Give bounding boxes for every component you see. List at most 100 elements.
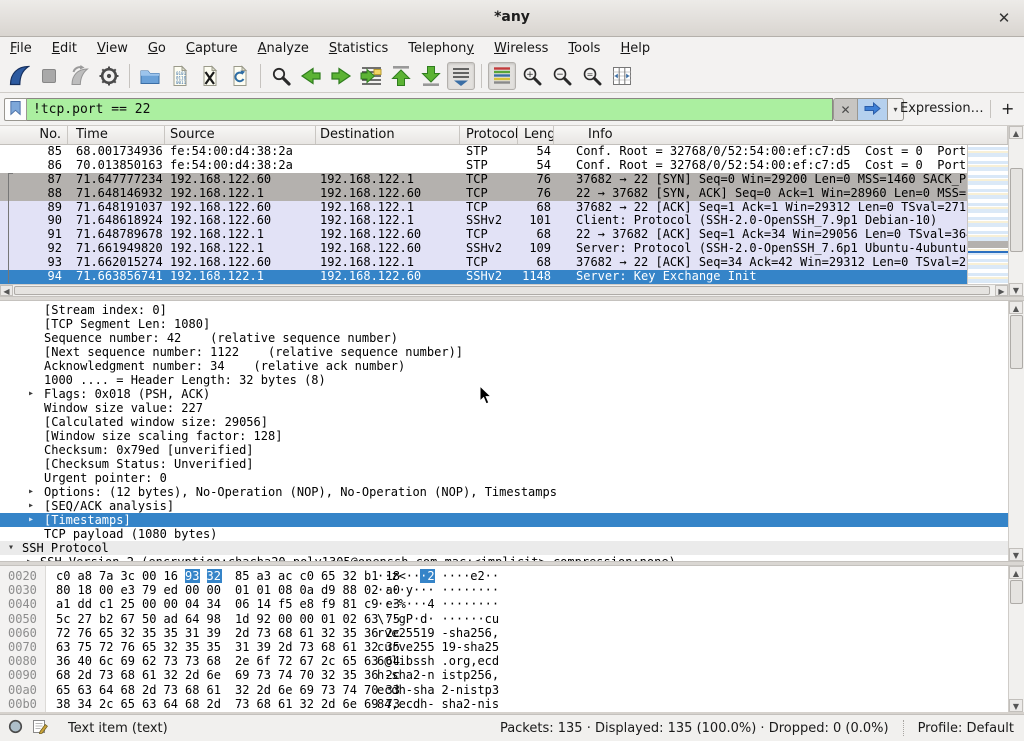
hex-byte[interactable]: a8 bbox=[78, 569, 93, 583]
hex-byte[interactable]: 00 bbox=[142, 569, 157, 583]
detail-line[interactable]: Window size value: 227 bbox=[0, 401, 1008, 415]
menu-analyze[interactable]: Analyze bbox=[248, 39, 319, 58]
ascii-char[interactable]: r bbox=[456, 654, 463, 668]
hex-byte[interactable]: 6f bbox=[257, 654, 272, 668]
hex-byte[interactable]: 76 bbox=[78, 626, 93, 640]
detail-line[interactable]: [Window size scaling factor: 128] bbox=[0, 429, 1008, 443]
hex-byte[interactable]: 27 bbox=[78, 612, 93, 626]
ascii-char[interactable]: p bbox=[463, 668, 470, 682]
ascii-char[interactable]: e bbox=[377, 683, 384, 697]
scroll-down-icon[interactable]: ▼ bbox=[1009, 699, 1023, 712]
hex-byte[interactable]: 01 bbox=[257, 583, 272, 597]
hex-byte[interactable]: 98 bbox=[207, 612, 222, 626]
hex-byte[interactable]: 32 bbox=[321, 626, 336, 640]
ascii-char[interactable]: 4 bbox=[427, 597, 434, 611]
ascii-char[interactable]: · bbox=[391, 612, 398, 626]
ascii-char[interactable]: · bbox=[427, 612, 434, 626]
ascii-char[interactable]: · bbox=[463, 583, 470, 597]
column-header-source[interactable]: Source bbox=[165, 126, 316, 144]
hex-byte[interactable]: 69 bbox=[300, 683, 315, 697]
hex-byte[interactable]: 32 bbox=[300, 697, 315, 711]
hex-byte[interactable]: 00 bbox=[207, 583, 222, 597]
ascii-char[interactable]: @ bbox=[384, 654, 391, 668]
scrollbar-thumb[interactable] bbox=[1010, 315, 1023, 369]
ascii-char[interactable]: 6 bbox=[485, 668, 492, 682]
ascii-char[interactable]: · bbox=[463, 569, 470, 583]
ascii-char[interactable]: s bbox=[413, 654, 420, 668]
ascii-char[interactable]: · bbox=[442, 597, 449, 611]
ascii-char[interactable]: v bbox=[399, 640, 406, 654]
ascii-char[interactable]: · bbox=[485, 597, 492, 611]
column-header-info[interactable]: Info bbox=[554, 126, 1008, 144]
hex-byte[interactable]: dd bbox=[78, 597, 93, 611]
hex-byte[interactable]: 36 bbox=[56, 654, 71, 668]
ascii-char[interactable]: , bbox=[391, 697, 398, 711]
detail-line[interactable]: ▾SSH Protocol bbox=[0, 541, 1008, 555]
ascii-char[interactable]: - bbox=[384, 668, 391, 682]
ascii-char[interactable]: · bbox=[463, 612, 470, 626]
ascii-char[interactable]: h bbox=[456, 626, 463, 640]
ascii-char[interactable]: n bbox=[456, 683, 463, 697]
hex-byte[interactable]: 01 bbox=[235, 583, 250, 597]
capture-comment-button[interactable] bbox=[32, 718, 48, 738]
ascii-char[interactable]: · bbox=[477, 597, 484, 611]
hex-byte[interactable]: 61 bbox=[343, 640, 358, 654]
scrollbar-thumb[interactable] bbox=[1010, 168, 1023, 252]
hex-byte[interactable]: 67 bbox=[300, 654, 315, 668]
ascii-char[interactable]: h bbox=[399, 683, 406, 697]
hex-byte[interactable]: 18 bbox=[78, 583, 93, 597]
ascii-char[interactable]: s bbox=[492, 697, 499, 711]
ascii-char[interactable]: 5 bbox=[427, 640, 434, 654]
stop-capture-button[interactable] bbox=[35, 62, 63, 90]
ascii-char[interactable]: · bbox=[492, 569, 499, 583]
hex-byte[interactable]: c0 bbox=[300, 569, 315, 583]
menu-capture[interactable]: Capture bbox=[176, 39, 248, 58]
hex-byte[interactable]: 88 bbox=[343, 583, 358, 597]
hex-byte[interactable]: 81 bbox=[343, 597, 358, 611]
menu-help[interactable]: Help bbox=[610, 39, 660, 58]
ascii-char[interactable]: r bbox=[377, 626, 384, 640]
hex-byte[interactable]: 39 bbox=[207, 626, 222, 640]
ascii-char[interactable]: · bbox=[449, 583, 456, 597]
packet-row-88[interactable]: 8871.648146932192.168.122.1192.168.122.6… bbox=[0, 187, 967, 201]
hex-byte[interactable]: 5c bbox=[56, 612, 71, 626]
ascii-char[interactable]: h bbox=[420, 697, 427, 711]
ascii-char[interactable]: s bbox=[420, 654, 427, 668]
detail-line[interactable]: [Stream index: 0] bbox=[0, 303, 1008, 317]
menu-statistics[interactable]: Statistics bbox=[319, 39, 398, 58]
hex-byte[interactable]: f9 bbox=[321, 597, 336, 611]
ascii-char[interactable]: 3 bbox=[492, 683, 499, 697]
hex-byte[interactable]: 32 bbox=[207, 569, 222, 583]
ascii-char[interactable]: a bbox=[477, 640, 484, 654]
bytes-vscrollbar[interactable]: ▲ ▼ bbox=[1008, 566, 1024, 712]
ascii-char[interactable]: d bbox=[492, 654, 499, 668]
hex-byte[interactable]: 2e bbox=[235, 654, 250, 668]
hex-byte[interactable]: 65 bbox=[121, 697, 136, 711]
detail-line[interactable]: ▸Flags: 0x018 (PSH, ACK) bbox=[0, 387, 1008, 401]
save-file-button[interactable]: 010101100011 bbox=[166, 62, 194, 90]
ascii-char[interactable]: 6 bbox=[485, 626, 492, 640]
hex-byte[interactable]: 00 bbox=[185, 583, 200, 597]
expression-button[interactable]: Expression… bbox=[900, 101, 984, 116]
ascii-char[interactable]: · bbox=[420, 597, 427, 611]
hex-byte[interactable]: 61 bbox=[278, 697, 293, 711]
ascii-char[interactable]: · bbox=[492, 597, 499, 611]
hex-byte[interactable]: 01 bbox=[321, 612, 336, 626]
hex-byte[interactable]: 64 bbox=[99, 683, 114, 697]
colorize-button[interactable] bbox=[488, 62, 516, 90]
menu-tools[interactable]: Tools bbox=[558, 39, 610, 58]
ascii-char[interactable]: . bbox=[442, 654, 449, 668]
ascii-char[interactable]: a bbox=[456, 697, 463, 711]
menu-file[interactable]: File bbox=[0, 39, 42, 58]
ascii-char[interactable]: - bbox=[442, 626, 449, 640]
ascii-char[interactable]: , bbox=[492, 668, 499, 682]
ascii-char[interactable]: · bbox=[470, 612, 477, 626]
detail-line[interactable]: Acknowledgment number: 34 (relative ack … bbox=[0, 359, 1008, 373]
hex-byte[interactable]: 64 bbox=[164, 697, 179, 711]
hex-byte[interactable]: c1 bbox=[99, 597, 114, 611]
packet-row-90[interactable]: 9071.648618924192.168.122.60192.168.122.… bbox=[0, 214, 967, 228]
ascii-char[interactable]: 2 bbox=[463, 697, 470, 711]
ascii-char[interactable]: · bbox=[406, 569, 413, 583]
collapsed-arrow-icon[interactable]: ▸ bbox=[28, 513, 34, 527]
hex-byte[interactable]: 2d bbox=[278, 640, 293, 654]
